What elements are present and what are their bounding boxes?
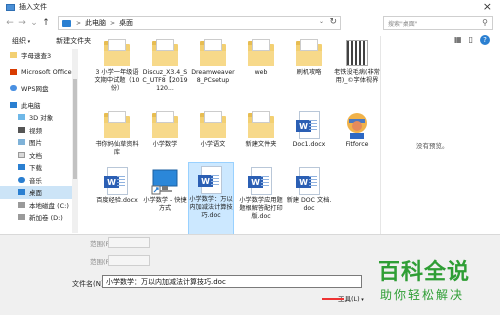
video-icon (18, 126, 25, 133)
sidebar-item-desktop[interactable]: 桌面 (0, 186, 78, 199)
chevron-down-icon[interactable]: ⌄ (319, 18, 324, 25)
baike-watermark-logo: 百科全说 助你轻松解决 (370, 252, 500, 315)
pc-icon (62, 19, 71, 27)
preview-divider[interactable] (380, 36, 381, 236)
recent-locations-icon[interactable]: ⌄ (28, 16, 40, 30)
watermark-subtitle: 助你轻松解决 (380, 288, 465, 302)
app-icon (6, 3, 15, 11)
sidebar-item-wps-cloud[interactable]: WPS网盘 (0, 82, 78, 95)
download-icon (18, 164, 25, 171)
search-icon: ⚲ (482, 18, 488, 27)
breadcrumb-desktop[interactable]: 桌面 (119, 18, 133, 28)
folder-icon (102, 110, 132, 140)
filename-input[interactable]: 小学数学：万以内加减法计算技巧.doc (102, 275, 362, 288)
up-arrow-icon[interactable]: ↑ (40, 16, 52, 30)
folder-icon (294, 38, 324, 68)
word-document-icon: W (196, 165, 226, 195)
breadcrumb-this-pc[interactable]: 此电脑 (85, 18, 106, 28)
chevron-right-icon: > (110, 19, 116, 27)
word-document-icon: W (246, 166, 276, 196)
preview-pane-message: 没有预览。 (416, 142, 449, 150)
close-icon[interactable]: × (483, 1, 492, 13)
word-document-icon: W (294, 166, 324, 196)
office-icon (10, 68, 17, 75)
navigation-pane: 字母速查3 Microsoft Office WPS网盘 此电脑 3D 对象 视… (0, 49, 78, 233)
shortcut-monitor-icon (150, 166, 180, 196)
sidebar-item-drive-c[interactable]: 本地磁盘 (C:) (0, 199, 78, 212)
folder-icon (10, 52, 17, 59)
refresh-icon[interactable]: ↻ (329, 17, 337, 27)
sidebar-scrollbar[interactable] (72, 49, 78, 233)
folder-icon (150, 38, 180, 68)
window-title: 插入文件 (19, 3, 47, 11)
view-controls: ▦ ▯ ? (454, 35, 490, 45)
preview-pane-icon[interactable]: ▯ (469, 35, 473, 45)
file-item[interactable]: Discuz_X3.4_SC_UTF8【2019120... (142, 36, 188, 108)
sidebar-item-pictures[interactable]: 图片 (0, 136, 78, 149)
folder-icon (198, 110, 228, 140)
view-options-icon[interactable]: ▦ (454, 35, 462, 45)
file-item[interactable]: W 小学数学应用题题根解答配打印版.doc (238, 164, 284, 236)
file-item[interactable]: 小学数学 - 快捷方式 (142, 164, 188, 236)
sidebar-item-drive-d[interactable]: 新加卷 (D:) (0, 211, 78, 224)
sidebar-item-music[interactable]: 音乐 (0, 174, 78, 187)
file-item[interactable]: Fitforce (334, 108, 380, 180)
file-item[interactable]: Dreamweaver8_PCsetup (190, 36, 236, 108)
back-arrow-icon[interactable]: ← (4, 16, 16, 30)
drive-icon (18, 214, 25, 221)
sidebar-item-this-pc[interactable]: 此电脑 (0, 99, 78, 112)
range-field-2 (108, 255, 150, 266)
cloud-icon (10, 85, 17, 92)
document-icon (18, 151, 25, 158)
folder-icon (246, 110, 276, 140)
file-item[interactable]: web (238, 36, 284, 108)
3d-icon (18, 114, 25, 121)
folder-icon (150, 110, 180, 140)
qr-code-icon (342, 38, 372, 68)
watermark-title: 百科全说 (378, 260, 471, 285)
title-bar: 插入文件 × (0, 0, 500, 14)
chevron-right-icon: > (76, 19, 82, 27)
app-avatar-icon (342, 110, 372, 140)
folder-icon (102, 38, 132, 68)
file-item[interactable]: W 百度经验.docx (94, 164, 140, 236)
filename-label: 文件名(N): (72, 280, 107, 288)
sidebar-item-office[interactable]: Microsoft Office (0, 66, 78, 79)
forward-arrow-icon[interactable]: → (16, 16, 28, 30)
file-item[interactable]: 老铁没毛病(非常用)_©字体视界 (334, 36, 380, 108)
folder-icon (246, 38, 276, 68)
file-list: 3 小学一年级语文期中试题（10份） Discuz_X3.4_SC_UTF8【2… (84, 36, 380, 238)
file-item[interactable]: 刷机攻略 (286, 36, 332, 108)
scrollbar-thumb[interactable] (73, 79, 77, 179)
pc-icon (10, 101, 17, 108)
organize-menu[interactable]: 组织 (12, 36, 30, 46)
sidebar-item-downloads[interactable]: 下载 (0, 161, 78, 174)
sidebar-item-quick-folder[interactable]: 字母速查3 (0, 49, 78, 62)
search-input[interactable]: 搜索"桌面" ⚲ (383, 16, 493, 30)
help-icon[interactable]: ? (480, 35, 490, 45)
word-document-icon: W (102, 166, 132, 196)
sidebar-item-videos[interactable]: 视频 (0, 124, 78, 137)
folder-icon (198, 38, 228, 68)
file-item[interactable]: 3 小学一年级语文期中试题（10份） (94, 36, 140, 108)
address-bar[interactable]: > 此电脑 > 桌面 ⌄ ↻ (58, 16, 341, 30)
file-item[interactable]: W 新建 DOC 文档.doc (286, 164, 332, 236)
search-placeholder: 搜索"桌面" (388, 20, 418, 28)
range-field (108, 237, 150, 248)
sidebar-item-3d[interactable]: 3D 对象 (0, 111, 78, 124)
word-document-icon: W (294, 110, 324, 140)
desktop-icon (18, 189, 25, 196)
music-icon (18, 176, 25, 183)
sidebar-item-documents[interactable]: 文档 (0, 149, 78, 162)
drive-icon (18, 201, 25, 208)
file-item-selected[interactable]: W 小学数学：万以内加减法计算技巧.doc (188, 162, 234, 238)
annotation-underline (322, 298, 344, 300)
picture-icon (18, 139, 25, 146)
